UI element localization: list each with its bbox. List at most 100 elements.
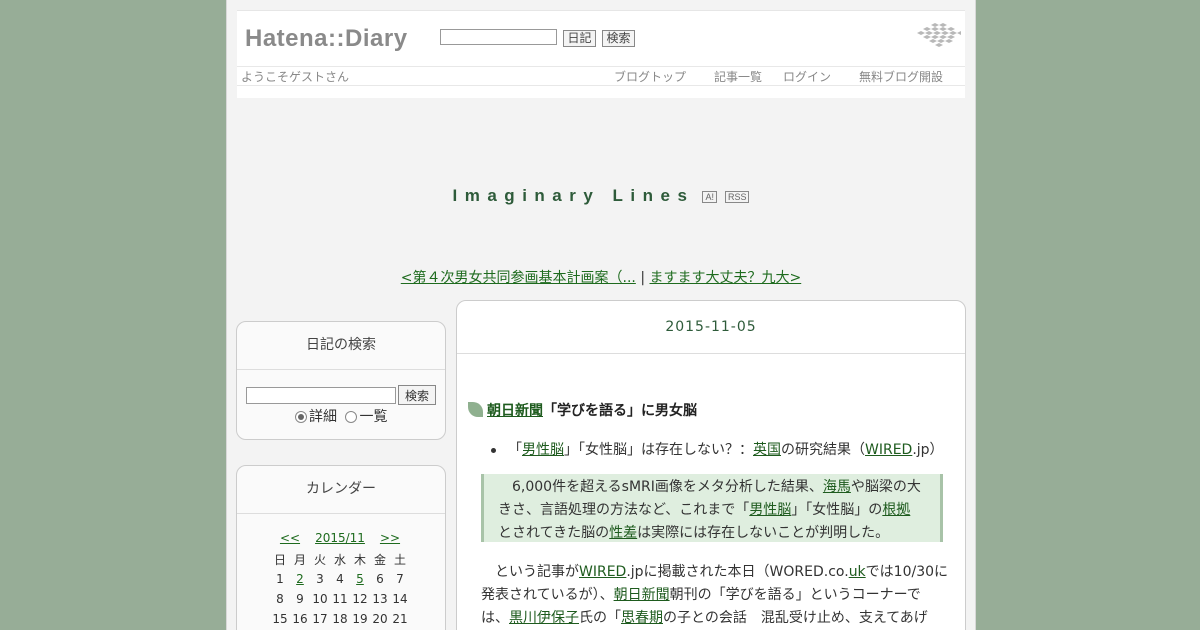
search-button[interactable]: 検索 — [602, 30, 635, 47]
account-nav-bar: ようこそゲストさん ブログトップ 記事一覧 ログイン 無料ブログ開設 — [237, 66, 965, 86]
text: や脳梁の大 — [850, 479, 921, 495]
calendar-day: 17 — [312, 612, 328, 626]
calendar-day: 13 — [372, 592, 388, 606]
calendar-day: 9 — [296, 592, 304, 606]
weekday: 土 — [393, 552, 406, 567]
calendar-day: 18 — [332, 612, 348, 626]
section-title-text: 「学びを語る」に男女脳 — [543, 403, 697, 419]
calendar-week-row: 1 2 3 4 5 6 7 — [270, 569, 410, 589]
pager-separator: | — [640, 270, 646, 286]
header-search-input[interactable] — [440, 29, 557, 45]
hatena-mark-icon[interactable] — [917, 23, 961, 49]
nav-login[interactable]: ログイン — [783, 68, 831, 85]
paragraph-line: という記事がWIRED.jpに掲載された本日（WORED.co.ukでは10/3… — [495, 561, 948, 581]
calendar-table: << 2015/11 >> 日 月 火 水 木 金 土 1 2 3 4 5 6 … — [270, 527, 410, 629]
keyword-link[interactable]: 英国 — [753, 442, 781, 458]
keyword-link[interactable]: 根拠 — [882, 502, 910, 518]
text: 」「女性脳」は存在しない？： — [564, 442, 753, 458]
next-entry-link[interactable]: ますます大丈夫？九大> — [649, 270, 801, 286]
text: 「 — [508, 442, 522, 458]
blog-title-text[interactable]: Imaginary Lines — [453, 186, 695, 205]
calendar-day: 4 — [336, 572, 344, 586]
keyword-link[interactable]: 男性脳 — [522, 442, 564, 458]
quote-line: 6,000件を超えるsMRI画像をメタ分析した結果、海馬や脳梁の大 — [512, 476, 921, 496]
calendar-prev-link[interactable]: << — [280, 531, 300, 545]
text: .jpに掲載された本日（WORED.co. — [626, 564, 849, 580]
antenna-icon[interactable]: A! — [702, 190, 717, 203]
hatena-header: Hatena::Diary 日記 検索 ようこそゲストさん ブログトップ 記事一… — [237, 10, 965, 98]
calendar-day: 16 — [292, 612, 308, 626]
calendar-box: カレンダー << 2015/11 >> 日 月 火 水 木 金 土 1 2 3 … — [236, 465, 446, 630]
calendar-day: 3 — [316, 572, 324, 586]
welcome-text: ようこそゲストさん — [241, 70, 350, 84]
weekday: 木 — [353, 552, 366, 567]
quote-line: とされてきた脳の性差は実際には存在しないことが判明した。 — [498, 522, 889, 542]
calendar-day: 1 — [276, 572, 284, 586]
text: の子との会話 混乱受け止め、支えてあげ — [663, 610, 928, 626]
nav-create-blog[interactable]: 無料ブログ開設 — [859, 68, 943, 85]
nav-blog-top[interactable]: ブログトップ — [614, 68, 686, 85]
calendar-day: 10 — [312, 592, 328, 606]
keyword-link[interactable]: 海馬 — [823, 479, 851, 495]
weekday: 金 — [373, 552, 386, 567]
text: という記事が — [495, 564, 579, 580]
calendar-day-link[interactable]: 2 — [296, 572, 304, 586]
section-heading: 朝日新聞「学びを語る」に男女脳 — [468, 400, 697, 420]
weekday: 日 — [273, 552, 286, 567]
reference-list-item: 「男性脳」「女性脳」は存在しない？：英国の研究結果（WIRED.jp） — [491, 439, 944, 459]
calendar-next-link[interactable]: >> — [380, 531, 400, 545]
radio-detail[interactable] — [295, 411, 307, 423]
prev-entry-link[interactable]: <第４次男女共同参画基本計画案（... — [401, 270, 636, 286]
leaf-icon[interactable] — [468, 402, 483, 417]
calendar-day: 7 — [396, 572, 404, 586]
keyword-link[interactable]: 朝日新聞 — [614, 587, 670, 603]
keyword-link[interactable]: 思春期 — [621, 610, 663, 626]
hatena-diary-logo[interactable]: Hatena::Diary — [245, 25, 408, 53]
keyword-link[interactable]: uk — [849, 564, 866, 580]
calendar-week-row: 8 9 10 11 12 13 14 — [270, 589, 410, 609]
calendar-day: 12 — [352, 592, 368, 606]
paragraph-line: は、黒川伊保子氏の「思春期の子との会話 混乱受け止め、支えてあげ — [481, 607, 928, 627]
nav-article-list[interactable]: 記事一覧 — [714, 68, 762, 85]
calendar-title: カレンダー — [237, 466, 445, 514]
text: 発表されているが）、 — [481, 587, 614, 603]
keyword-link[interactable]: WIRED — [865, 442, 912, 458]
calendar-day-link[interactable]: 5 — [356, 572, 364, 586]
calendar-day: 19 — [352, 612, 368, 626]
text: 氏の「 — [579, 610, 621, 626]
radio-list[interactable] — [345, 411, 358, 423]
rss-icon[interactable]: RSS — [724, 190, 750, 203]
section-keyword-link[interactable]: 朝日新聞 — [487, 403, 543, 419]
calendar-day: 14 — [392, 592, 408, 606]
quote-line: きさ、言語処理の方法など、これまで「男性脳」「女性脳」の根拠 — [498, 499, 910, 519]
keyword-link[interactable]: 性差 — [609, 525, 637, 541]
calendar-month-link[interactable]: 2015/11 — [315, 531, 365, 545]
text: 」「女性脳」の — [791, 502, 883, 518]
diary-search-title: 日記の検索 — [237, 322, 445, 370]
text: きさ、言語処理の方法など、これまで「 — [498, 502, 750, 518]
diary-search-input[interactable] — [246, 387, 396, 404]
search-mode-options: 詳細 一覧 — [295, 406, 387, 426]
weekday: 火 — [313, 552, 326, 567]
radio-list-label: 一覧 — [359, 409, 388, 425]
entry-date[interactable]: 2015-11-05 — [457, 301, 965, 354]
calendar-week-row: 15 16 17 18 19 20 21 — [270, 609, 410, 629]
diary-search-box: 日記の検索 検索 詳細 一覧 — [236, 321, 446, 440]
blockquote: 6,000件を超えるsMRI画像をメタ分析した結果、海馬や脳梁の大 きさ、言語処… — [481, 474, 943, 542]
paragraph-line: 発表されているが）、朝日新聞朝刊の「学びを語る」というコーナーで — [481, 584, 921, 604]
page-container: Hatena::Diary 日記 検索 ようこそゲストさん ブログトップ 記事一… — [226, 0, 976, 630]
diary-search-button[interactable]: 日記 — [563, 30, 596, 47]
calendar-weekday-row: 日 月 火 水 木 金 土 — [270, 549, 410, 569]
calendar-day: 20 — [372, 612, 388, 626]
calendar-day: 6 — [376, 572, 384, 586]
text: の研究結果（ — [781, 442, 865, 458]
keyword-link[interactable]: WIRED — [579, 564, 626, 580]
text: では10/30に — [865, 564, 949, 580]
diary-search-submit[interactable]: 検索 — [398, 385, 436, 405]
keyword-link[interactable]: 男性脳 — [749, 502, 791, 518]
entry-pager: <第４次男女共同参画基本計画案（... | ますます大丈夫？九大> — [227, 267, 975, 287]
calendar-nav-row: << 2015/11 >> — [270, 527, 410, 549]
bullet-dot — [491, 447, 496, 453]
keyword-link[interactable]: 黒川伊保子 — [509, 610, 579, 626]
text: 6,000件を超えるsMRI画像をメタ分析した結果、 — [512, 479, 823, 495]
